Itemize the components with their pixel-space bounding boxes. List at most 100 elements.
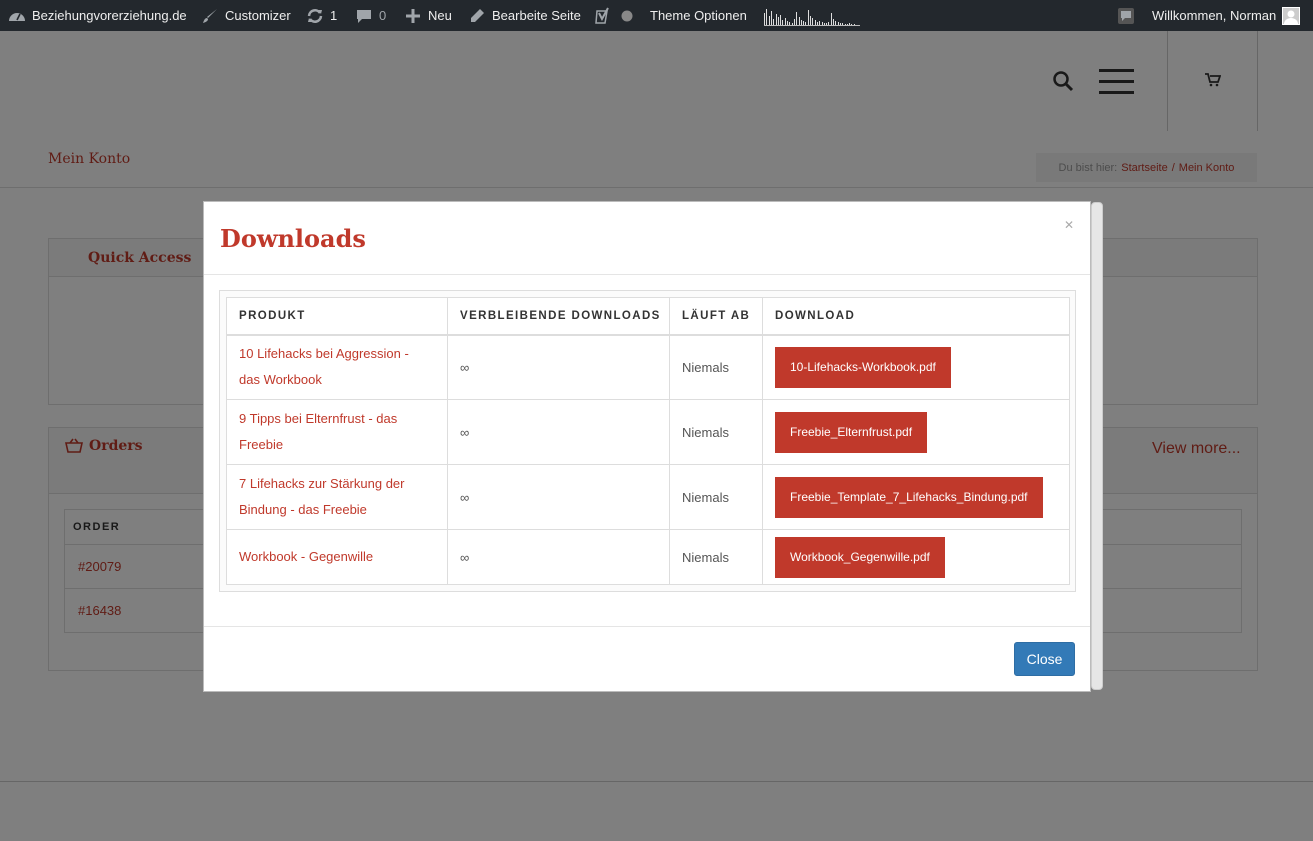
sparkline-bar (780, 15, 782, 25)
sparkline-bar (816, 22, 818, 25)
theme-options-label: Theme Optionen (650, 8, 747, 23)
sparkline-bar (787, 21, 788, 25)
remaining-downloads: ∞ (447, 464, 670, 530)
download-file-button[interactable]: Freebie_Template_7_Lifehacks_Bindung.pdf (775, 476, 1043, 518)
download-file-button[interactable]: Freebie_Elternfrust.pdf (775, 411, 928, 453)
notification-icon (1117, 7, 1135, 25)
admin-edit-page[interactable]: Bearbeite Seite (468, 0, 581, 31)
pencil-icon (468, 7, 486, 25)
modal-footer-divider (204, 626, 1090, 627)
sparkline-bar (844, 24, 846, 25)
sparkline-bar (826, 23, 828, 25)
sparkline-bar (803, 21, 805, 25)
downloads-modal: Downloads ✕ PRODUKT VERBLEIBENDE DOWNLOA… (203, 201, 1091, 692)
edit-page-label: Bearbeite Seite (492, 8, 581, 23)
dashboard-icon (8, 7, 26, 25)
comment-icon (355, 7, 373, 25)
stats-sparkline[interactable] (764, 6, 860, 26)
sparkline-bar (777, 17, 779, 25)
sparkline-bar (782, 20, 784, 25)
sparkline-bar (805, 22, 807, 25)
modal-scrollbar[interactable] (1091, 202, 1103, 690)
sparkline-bar (798, 17, 800, 25)
sparkline-bar (821, 22, 823, 25)
admin-site-name[interactable]: Beziehungvorerziehung.de (8, 0, 187, 31)
sparkline-bar (768, 16, 770, 25)
sparkline-bar (793, 19, 795, 25)
customizer-label: Customizer (225, 8, 291, 23)
expires-value: Niemals (669, 399, 763, 465)
sparkline-bar (766, 9, 768, 25)
sparkline-bar (810, 16, 811, 25)
product-link[interactable]: 7 Lifehacks zur Stärkung der Bindung - d… (226, 464, 448, 530)
sparkline-bar (835, 21, 837, 25)
site-name-label: Beziehungvorerziehung.de (32, 8, 187, 23)
sparkline-bar (812, 18, 814, 25)
comments-count: 0 (379, 8, 387, 23)
admin-updates[interactable]: 1 (306, 0, 337, 31)
close-x-icon[interactable]: ✕ (1064, 218, 1074, 232)
table-row: 7 Lifehacks zur Stärkung der Bindung - d… (226, 464, 1070, 530)
download-file-button[interactable]: Workbook_Gegenwille.pdf (775, 536, 945, 578)
modal-header-divider (204, 274, 1090, 275)
admin-account[interactable]: Willkommen, Norman (1152, 0, 1301, 31)
sparkline-bar (796, 12, 798, 25)
download-file-button[interactable]: 10-Lifehacks-Workbook.pdf (775, 346, 951, 388)
welcome-label: Willkommen, Norman (1152, 8, 1277, 23)
sparkline-bar (784, 18, 786, 25)
column-header-product: PRODUKT (226, 297, 448, 336)
downloads-table-wrapper: PRODUKT VERBLEIBENDE DOWNLOADS LÄUFT AB … (219, 290, 1076, 592)
admin-new[interactable]: Neu (404, 0, 452, 31)
expires-value: Niemals (669, 464, 763, 530)
sparkline-bar (853, 24, 855, 25)
column-header-expires: LÄUFT AB (669, 297, 763, 336)
sparkline-bar (833, 19, 834, 25)
sparkline-bar (851, 24, 853, 25)
close-button[interactable]: Close (1014, 642, 1075, 676)
sparkline-bar (830, 13, 832, 25)
sparkline-bar (773, 19, 775, 25)
sparkline-bar (770, 11, 772, 25)
sparkline-bar (823, 23, 825, 25)
expires-value: Niemals (669, 334, 763, 400)
admin-yoast[interactable] (594, 0, 636, 31)
sparkline-bar (842, 23, 844, 25)
sparkline-bar (814, 20, 816, 25)
sparkline-bar (775, 14, 777, 25)
downloads-table: PRODUKT VERBLEIBENDE DOWNLOADS LÄUFT AB … (226, 297, 1070, 585)
updates-count: 1 (330, 8, 338, 23)
sparkline-bar (807, 10, 809, 25)
admin-bar: Beziehungvorerziehung.de Customizer 1 0 … (0, 0, 1313, 31)
admin-notification[interactable] (1117, 0, 1135, 31)
sparkline-bar (764, 13, 765, 25)
remaining-downloads: ∞ (447, 529, 670, 585)
expires-value: Niemals (669, 529, 763, 585)
remaining-downloads: ∞ (447, 399, 670, 465)
table-header-row: PRODUKT VERBLEIBENDE DOWNLOADS LÄUFT AB … (226, 297, 1070, 336)
avatar (1282, 6, 1301, 25)
sparkline-bar (846, 24, 848, 25)
sparkline-bar (849, 23, 851, 25)
product-link[interactable]: 10 Lifehacks bei Aggression - das Workbo… (226, 334, 448, 400)
column-header-remaining: VERBLEIBENDE DOWNLOADS (447, 297, 670, 336)
new-label: Neu (428, 8, 452, 23)
modal-title: Downloads (220, 224, 366, 253)
table-row: 9 Tipps bei Elternfrust - das Freebie ∞ … (226, 399, 1070, 465)
sparkline-bar (819, 21, 821, 25)
status-dot-icon (618, 7, 636, 25)
admin-comments[interactable]: 0 (355, 0, 386, 31)
sparkline-bar (828, 22, 830, 25)
sparkline-bar (791, 23, 793, 25)
admin-customizer[interactable]: Customizer (201, 0, 291, 31)
table-row: 10 Lifehacks bei Aggression - das Workbo… (226, 334, 1070, 400)
sparkline-bar (839, 23, 841, 25)
sparkline-bar (789, 22, 791, 25)
product-link[interactable]: 9 Tipps bei Elternfrust - das Freebie (226, 399, 448, 465)
admin-theme-options[interactable]: Theme Optionen (650, 0, 747, 31)
plus-icon (404, 7, 422, 25)
column-header-download: DOWNLOAD (762, 297, 1070, 336)
table-row: Workbook - Gegenwille ∞ Niemals Workbook… (226, 529, 1070, 585)
product-link[interactable]: Workbook - Gegenwille (226, 529, 448, 585)
brush-icon (201, 7, 219, 25)
remaining-downloads: ∞ (447, 334, 670, 400)
